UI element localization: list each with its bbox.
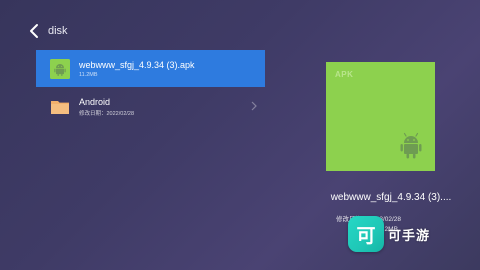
back-arrow-icon[interactable] (28, 22, 42, 40)
folder-modified-date: 修改日期：2022/02/28 (79, 110, 135, 117)
preview-file-name: webwww_sfgj_4.9.34 (3).... (330, 192, 452, 203)
watermark-logo: 可 (348, 216, 384, 252)
apk-preview-card: APK (326, 62, 435, 171)
file-row-android[interactable]: Android 修改日期：2022/02/28 (36, 88, 265, 125)
header: disk (28, 22, 68, 40)
file-name: webwww_sfgj_4.9.34 (3).apk (79, 59, 195, 70)
apk-badge: APK (335, 70, 354, 79)
watermark-text: 可手游 (388, 227, 431, 243)
watermark: 可 可手游 (348, 216, 430, 252)
file-size: 11.2MB (79, 71, 98, 78)
folder-icon (51, 100, 69, 114)
apk-file-icon (50, 58, 70, 79)
android-icon (400, 132, 422, 159)
folder-name: Android (79, 96, 111, 107)
chevron-right-icon (251, 101, 257, 111)
file-list: webwww_sfgj_4.9.34 (3).apk 11.2MB Androi… (36, 50, 265, 126)
file-row-apk[interactable]: webwww_sfgj_4.9.34 (3).apk 11.2MB (36, 50, 265, 87)
page-title: disk (48, 25, 68, 37)
